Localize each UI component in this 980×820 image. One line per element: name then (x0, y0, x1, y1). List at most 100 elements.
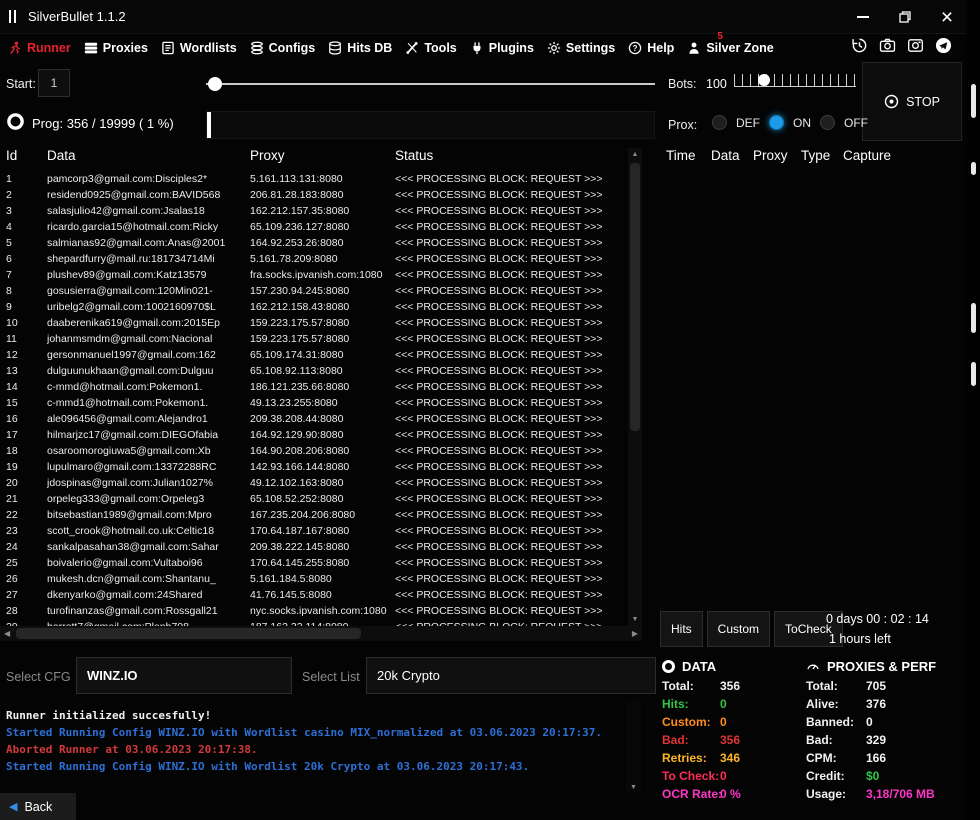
gear-icon (547, 41, 561, 55)
cell-proxy: 170.64.145.255:8080 (250, 555, 392, 571)
table-row[interactable]: 21 orpeleg333@gmail.com:Orpeleg3 65.108.… (0, 491, 628, 507)
cell-status: <<< PROCESSING BLOCK: REQUEST >>> (395, 235, 628, 251)
table-row[interactable]: 29 barrett7@gmail.com:Planb708 187.162.3… (0, 619, 628, 626)
proxy-def-radio[interactable] (712, 115, 727, 130)
table-row[interactable]: 1 pamcorp3@gmail.com:Disciples2* 5.161.1… (0, 171, 628, 187)
tab-custom[interactable]: Custom (707, 611, 770, 647)
scroll-right-arrow[interactable]: ▶ (632, 629, 638, 638)
bots-slider-thumb[interactable] (758, 74, 770, 86)
cell-id: 4 (6, 219, 42, 235)
close-button[interactable]: × (934, 0, 960, 34)
stat-row: OCR Rate: 0 % (662, 785, 804, 803)
table-row[interactable]: 20 jdospinas@gmail.com:Julian1027% 49.12… (0, 475, 628, 491)
cell-data: orpeleg333@gmail.com:Orpeleg3 (47, 491, 247, 507)
scroll-left-arrow[interactable]: ◀ (4, 629, 10, 638)
stat-row: Total: 356 (662, 677, 804, 695)
table-row[interactable]: 25 boivalerio@gmail.com:Vultaboi96 170.6… (0, 555, 628, 571)
back-arrow-icon: ◀ (9, 800, 17, 813)
cell-status: <<< PROCESSING BLOCK: REQUEST >>> (395, 315, 628, 331)
table-row[interactable]: 11 johanmsmdm@gmail.com:Nacional 159.223… (0, 331, 628, 347)
vertical-scroll-thumb[interactable] (630, 163, 640, 431)
runner-log: Runner initialized succesfully! Started … (0, 700, 626, 792)
cell-data: osaroomorogiuwa5@gmail.com:Xb (47, 443, 247, 459)
page-scrollbar-thumb[interactable] (971, 84, 976, 118)
table-row[interactable]: 15 c-mmd1@hotmail.com:Pokemon1. 49.13.23… (0, 395, 628, 411)
page-scrollbar-mark (971, 303, 976, 333)
screenshot-button[interactable] (879, 37, 896, 59)
column-header-capture: Capture (843, 148, 891, 163)
app-logo-icon (9, 10, 16, 23)
minimize-button[interactable] (850, 0, 876, 34)
table-row[interactable]: 16 ale096456@gmail.com:Alejandro1 209.38… (0, 411, 628, 427)
column-header-status: Status (395, 148, 433, 163)
bots-slider[interactable] (734, 74, 856, 87)
stat-row: Bad: 329 (806, 731, 978, 749)
proxy-off-radio[interactable] (820, 115, 835, 130)
back-button[interactable]: ◀ Back (0, 793, 76, 820)
table-row[interactable]: 28 turofinanzas@gmail.com:Rossgall21 nyc… (0, 603, 628, 619)
stop-button[interactable]: STOP (884, 94, 940, 109)
menu-item-plugins[interactable]: Plugins (470, 41, 534, 55)
config-input[interactable] (76, 657, 292, 694)
cell-status: <<< PROCESSING BLOCK: REQUEST >>> (395, 587, 628, 603)
menu-item-configs[interactable]: Configs (250, 41, 316, 55)
grid-vertical-scrollbar: ▲ ▼ (628, 148, 642, 626)
table-row[interactable]: 14 c-mmd@hotmail.com:Pokemon1. 186.121.2… (0, 379, 628, 395)
stat-value: 376 (866, 697, 886, 711)
table-row[interactable]: 27 dkenyarko@gmail.com:24Shared 41.76.14… (0, 587, 628, 603)
wordlist-input[interactable] (366, 657, 656, 694)
stat-row: To Check: 0 (662, 767, 804, 785)
table-row[interactable]: 4 ricardo.garcia15@hotmail.com:Ricky 65.… (0, 219, 628, 235)
table-row[interactable]: 3 salasjulio42@gmail.com:Jsalas18 162.21… (0, 203, 628, 219)
screen-capture-button[interactable] (907, 37, 924, 59)
table-row[interactable]: 5 salmianas92@gmail.com:Anas@2001 164.92… (0, 235, 628, 251)
stat-value: 0 (720, 697, 727, 711)
menu-item-runner[interactable]: Runner (8, 41, 71, 55)
scroll-down-arrow[interactable]: ▼ (628, 616, 642, 623)
table-row[interactable]: 9 uribelg2@gmail.com:1002160970$L 162.21… (0, 299, 628, 315)
cell-status: <<< PROCESSING BLOCK: REQUEST >>> (395, 443, 628, 459)
table-row[interactable]: 19 lupulmaro@gmail.com:13372288RC 142.93… (0, 459, 628, 475)
maximize-button[interactable] (892, 0, 918, 34)
configs-icon (250, 41, 264, 55)
menu-item-wordlists[interactable]: Wordlists (161, 41, 237, 55)
proxies-perf-title: PROXIES & PERF (827, 659, 936, 674)
table-row[interactable]: 22 bitsebastian1989@gmail.com:Mpro 167.2… (0, 507, 628, 523)
table-row[interactable]: 8 gosusierra@gmail.com:120Min021- 157.23… (0, 283, 628, 299)
table-row[interactable]: 24 sankalpasahan38@gmail.com:Sahar 209.3… (0, 539, 628, 555)
menu-item-tools[interactable]: Tools (405, 41, 456, 55)
menu-item-silver-zone[interactable]: 5 Silver Zone (687, 41, 773, 55)
cell-id: 7 (6, 267, 42, 283)
scroll-up-arrow[interactable]: ▲ (628, 151, 642, 158)
cell-data: scott_crook@hotmail.co.uk:Celtic18 (47, 523, 247, 539)
cell-id: 23 (6, 523, 42, 539)
table-row[interactable]: 6 shepardfurry@mail.ru:181734714Mi 5.161… (0, 251, 628, 267)
log-scroll-down-arrow[interactable]: ▼ (626, 784, 641, 791)
cell-data: boivalerio@gmail.com:Vultaboi96 (47, 555, 247, 571)
menu-item-settings[interactable]: Settings (547, 41, 615, 55)
tab-hits[interactable]: Hits (660, 611, 703, 647)
start-slider[interactable] (206, 83, 655, 85)
table-row[interactable]: 13 dulguunukhaan@gmail.com:Dulguu 65.108… (0, 363, 628, 379)
proxy-on-radio[interactable] (769, 115, 784, 130)
menu-item-help[interactable]: ? Help (628, 41, 674, 55)
telegram-button[interactable] (935, 37, 952, 59)
start-slider-thumb[interactable] (208, 77, 222, 91)
stat-value: 0 (720, 769, 727, 783)
table-row[interactable]: 26 mukesh.dcn@gmail.com:Shantanu_ 5.161.… (0, 571, 628, 587)
history-button[interactable] (851, 37, 868, 59)
start-label: Start: (6, 77, 36, 91)
table-row[interactable]: 17 hilmarjzc17@gmail.com:DIEGOfabia 164.… (0, 427, 628, 443)
cell-proxy: 209.38.208.44:8080 (250, 411, 392, 427)
table-row[interactable]: 7 plushev89@gmail.com:Katz13579 fra.sock… (0, 267, 628, 283)
table-row[interactable]: 2 residend0925@gmail.com:BAVID568 206.81… (0, 187, 628, 203)
table-row[interactable]: 23 scott_crook@hotmail.co.uk:Celtic18 17… (0, 523, 628, 539)
stat-label: Alive: (806, 697, 866, 711)
menu-item-hits-db[interactable]: Hits DB (328, 41, 392, 55)
start-input[interactable] (38, 69, 70, 97)
table-row[interactable]: 10 daaberenika619@gmail.com:2015Ep 159.2… (0, 315, 628, 331)
menu-item-proxies[interactable]: Proxies (84, 41, 148, 55)
table-row[interactable]: 12 gersonmanuel1997@gmail.com:162 65.109… (0, 347, 628, 363)
horizontal-scroll-thumb[interactable] (16, 628, 361, 639)
table-row[interactable]: 18 osaroomorogiuwa5@gmail.com:Xb 164.90.… (0, 443, 628, 459)
